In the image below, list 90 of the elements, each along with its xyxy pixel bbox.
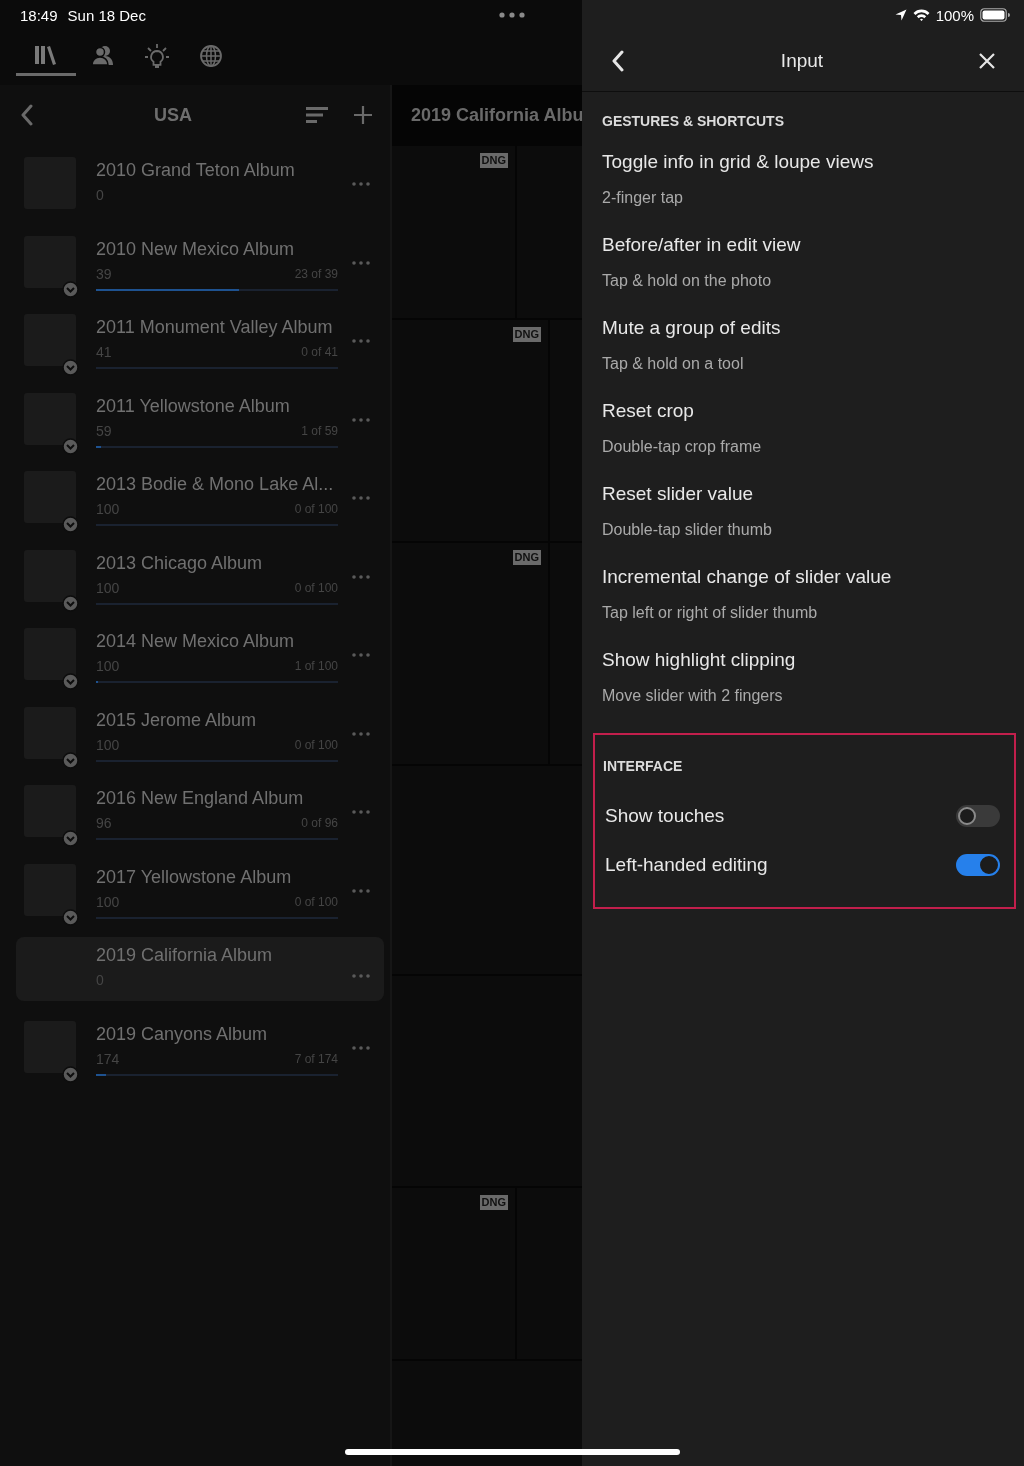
album-thumbnail[interactable] bbox=[24, 314, 76, 366]
more-icon[interactable] bbox=[352, 182, 370, 186]
chevron-badge-icon[interactable] bbox=[62, 359, 79, 376]
status-time: 18:49 bbox=[20, 6, 58, 24]
album-thumbnail[interactable] bbox=[24, 235, 76, 288]
more-icon[interactable] bbox=[352, 731, 370, 736]
toggle-switch[interactable] bbox=[956, 804, 1000, 827]
more-icon[interactable] bbox=[352, 653, 370, 657]
album-title: 2019 California Albu bbox=[411, 105, 582, 126]
section-heading: GESTURES & SHORTCUTS bbox=[602, 112, 785, 130]
more-icon[interactable] bbox=[352, 974, 370, 978]
toggle-label: Left-handed editing bbox=[605, 853, 768, 876]
album-name[interactable]: 2015 Jerome Album bbox=[96, 708, 338, 731]
album-thumbnail[interactable] bbox=[24, 706, 76, 759]
album-name[interactable]: 2016 New England Album bbox=[96, 787, 338, 809]
lightbulb-icon bbox=[145, 44, 169, 68]
wifi-icon bbox=[912, 9, 930, 21]
photo-tile[interactable]: DNG bbox=[392, 320, 548, 541]
shortcut-description: Tap left or right of slider thumb bbox=[602, 603, 819, 623]
more-icon[interactable] bbox=[352, 810, 370, 814]
people-icon bbox=[91, 44, 115, 68]
album-thumbnail[interactable] bbox=[24, 549, 76, 602]
section-heading: INTERFACE bbox=[603, 757, 684, 775]
photo-tile[interactable] bbox=[392, 766, 582, 974]
album-thumbnail[interactable] bbox=[24, 785, 76, 837]
album-thumbnail[interactable] bbox=[24, 392, 76, 445]
shortcut-description: Tap & hold on the photo bbox=[602, 271, 773, 291]
album-name[interactable]: 2017 Yellowstone Album bbox=[96, 865, 338, 888]
album-name[interactable]: 2019 Canyons Album bbox=[96, 1022, 338, 1045]
file-type-badge: DNG bbox=[512, 550, 541, 565]
file-type-badge: DNG bbox=[479, 1195, 508, 1210]
more-icon[interactable] bbox=[352, 260, 370, 265]
shortcut-description: Double-tap crop frame bbox=[602, 437, 763, 457]
album-thumbnail[interactable] bbox=[24, 471, 76, 523]
photo-tile[interactable] bbox=[550, 320, 582, 541]
album-name[interactable]: 2019 California Album bbox=[96, 944, 338, 966]
sidebar-title: USA bbox=[153, 104, 193, 126]
file-type-badge: DNG bbox=[479, 153, 508, 168]
more-icon[interactable] bbox=[352, 417, 370, 422]
album-name[interactable]: 2011 Yellowstone Album bbox=[96, 394, 338, 417]
photo-tile[interactable] bbox=[517, 1188, 582, 1359]
photo-tile[interactable] bbox=[392, 1361, 582, 1466]
shortcut-title: Before/after in edit view bbox=[602, 233, 802, 257]
more-icon[interactable] bbox=[352, 1045, 370, 1050]
battery-percent: 100% bbox=[935, 6, 974, 24]
album-thumbnail[interactable] bbox=[24, 1020, 76, 1073]
battery-icon bbox=[980, 8, 1010, 22]
album-thumbnail[interactable] bbox=[24, 628, 76, 680]
shortcut-title: Toggle info in grid & loupe views bbox=[602, 150, 875, 174]
album-name[interactable]: 2014 New Mexico Album bbox=[96, 630, 338, 652]
status-date: Sun 18 Dec bbox=[67, 6, 146, 24]
shortcut-title: Show highlight clipping bbox=[602, 648, 797, 672]
photo-tile[interactable]: DNG bbox=[392, 146, 515, 318]
shortcut-title: Reset crop bbox=[602, 399, 695, 423]
album-name[interactable]: 2011 Monument Valley Album bbox=[96, 316, 338, 338]
chevron-badge-icon[interactable] bbox=[62, 830, 79, 847]
more-icon[interactable] bbox=[352, 888, 370, 893]
album-name[interactable]: 2013 Chicago Album bbox=[96, 551, 338, 574]
photo-tile[interactable] bbox=[517, 146, 582, 318]
plus-icon[interactable] bbox=[354, 106, 372, 124]
shortcut-description: Double-tap slider thumb bbox=[602, 520, 773, 540]
toggle-switch[interactable] bbox=[956, 853, 1000, 876]
chevron-badge-icon[interactable] bbox=[62, 673, 79, 690]
toggle-label: Show touches bbox=[605, 804, 725, 827]
album-name[interactable]: 2010 Grand Teton Album bbox=[96, 159, 338, 181]
shortcut-description: Tap & hold on a tool bbox=[602, 354, 745, 374]
file-type-badge: DNG bbox=[512, 327, 541, 342]
shortcut-description: Move slider with 2 fingers bbox=[602, 686, 784, 706]
more-icon[interactable] bbox=[352, 339, 370, 343]
more-icon[interactable] bbox=[352, 574, 370, 579]
location-icon bbox=[894, 9, 907, 21]
multitasking-dots-icon[interactable] bbox=[499, 12, 525, 18]
more-icon[interactable] bbox=[352, 496, 370, 500]
album-name[interactable]: 2010 New Mexico Album bbox=[96, 237, 338, 260]
photo-tile[interactable] bbox=[550, 543, 582, 764]
shortcut-title: Reset slider value bbox=[602, 482, 755, 506]
album-thumbnail[interactable] bbox=[24, 863, 76, 916]
panel-title: Input bbox=[779, 49, 825, 72]
shortcut-title: Incremental change of slider value bbox=[602, 565, 893, 589]
photo-tile[interactable] bbox=[392, 976, 582, 1186]
shortcut-title: Mute a group of edits bbox=[602, 316, 782, 340]
shortcut-description: 2-finger tap bbox=[602, 188, 684, 208]
chevron-badge-icon[interactable] bbox=[62, 516, 79, 533]
album-name[interactable]: 2013 Bodie & Mono Lake Al... bbox=[96, 473, 338, 495]
photo-tile[interactable]: DNG bbox=[392, 543, 548, 764]
photo-tile[interactable]: DNG bbox=[392, 1188, 515, 1359]
sort-icon[interactable] bbox=[306, 106, 328, 124]
close-icon[interactable] bbox=[979, 52, 995, 69]
globe-icon bbox=[199, 44, 223, 68]
books-icon bbox=[34, 44, 58, 68]
